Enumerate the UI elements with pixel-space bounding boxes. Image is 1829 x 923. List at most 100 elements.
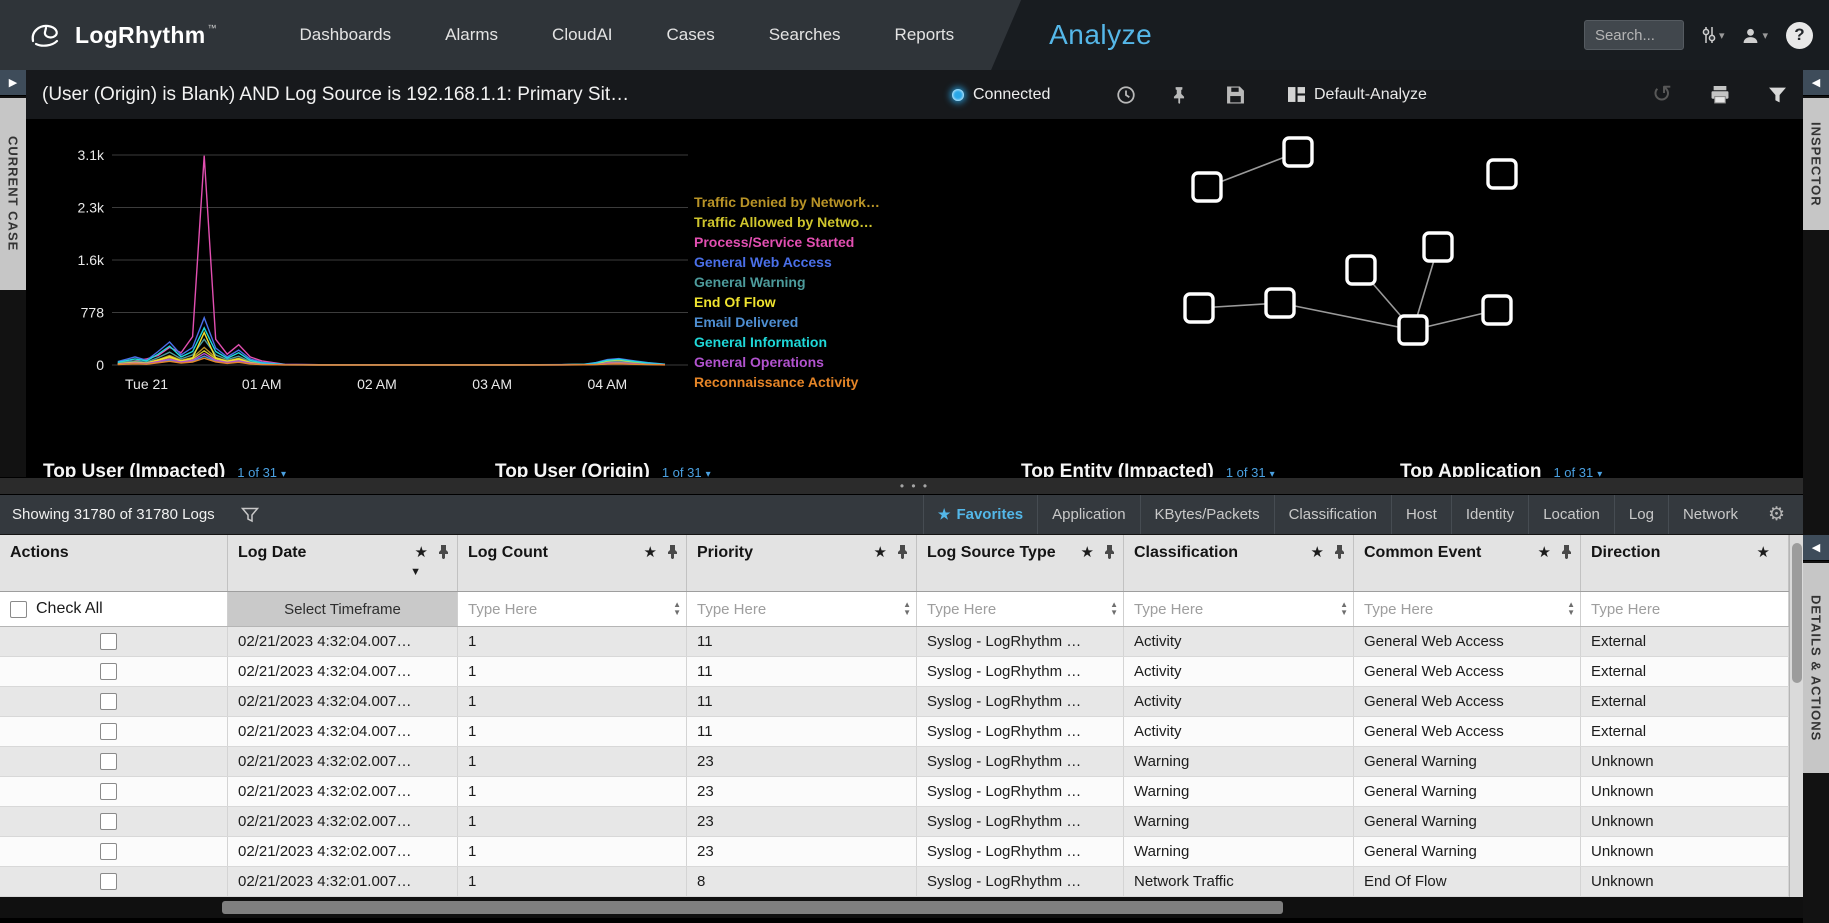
pin-search-button[interactable]	[1170, 86, 1188, 104]
table-row[interactable]: 02/21/2023 4:32:04.007… 1 11 Syslog - Lo…	[0, 627, 1803, 657]
undo-button[interactable]: ↺	[1652, 85, 1672, 105]
save-search-button[interactable]	[1226, 85, 1245, 104]
grid-settings-gear-icon[interactable]: ⚙	[1768, 503, 1785, 526]
time-range-button[interactable]	[1116, 85, 1136, 105]
pin-column-icon[interactable]	[1334, 544, 1345, 559]
filter-button[interactable]	[1768, 86, 1787, 103]
row-checkbox[interactable]	[100, 843, 117, 860]
legend-item[interactable]: General Operations	[694, 354, 824, 370]
horizontal-scrollbar[interactable]	[0, 897, 1829, 918]
favorite-star-icon[interactable]: ★	[415, 543, 428, 561]
panel-splitter[interactable]: • • •	[0, 477, 1829, 495]
sort-desc-indicator[interactable]: ▼	[410, 566, 421, 578]
favorite-star-icon[interactable]: ★	[1311, 543, 1324, 561]
legend-item[interactable]: Traffic Denied by Network…	[694, 194, 880, 210]
table-row[interactable]: 02/21/2023 4:32:02.007… 1 23 Syslog - Lo…	[0, 777, 1803, 807]
table-row[interactable]: 02/21/2023 4:32:04.007… 1 11 Syslog - Lo…	[0, 717, 1803, 747]
column-sort-spinner[interactable]: ▲▼	[673, 601, 681, 617]
table-row[interactable]: 02/21/2023 4:32:02.007… 1 23 Syslog - Lo…	[0, 837, 1803, 867]
tab-identity[interactable]: Identity	[1451, 495, 1528, 534]
row-checkbox[interactable]	[100, 753, 117, 770]
column-sort-spinner[interactable]: ▲▼	[1340, 601, 1348, 617]
column-header-common-event[interactable]: Common Event ★	[1354, 535, 1581, 591]
tab-host[interactable]: Host	[1391, 495, 1451, 534]
column-sort-spinner[interactable]: ▲▼	[1110, 601, 1118, 617]
tab-location[interactable]: Location	[1528, 495, 1614, 534]
widget-pager[interactable]: 1 of 31	[237, 465, 277, 477]
tab-application[interactable]: Application	[1037, 495, 1139, 534]
legend-item[interactable]: Reconnaissance Activity	[694, 374, 858, 390]
nav-searches[interactable]: Searches	[742, 0, 868, 70]
row-checkbox[interactable]	[100, 783, 117, 800]
tab-kbytes-packets[interactable]: KBytes/Packets	[1140, 495, 1274, 534]
legend-item[interactable]: Email Delivered	[694, 314, 798, 330]
inspector-expand-button[interactable]: ◀	[1803, 70, 1829, 96]
current-case-expand-button[interactable]: ▶	[0, 70, 26, 96]
print-button[interactable]	[1710, 86, 1730, 104]
help-icon[interactable]: ?	[1786, 22, 1813, 49]
favorite-star-icon[interactable]: ★	[1538, 543, 1551, 561]
legend-item[interactable]: Traffic Allowed by Netwo…	[694, 214, 873, 230]
favorite-star-icon[interactable]: ★	[644, 543, 657, 561]
logrhythm-brand[interactable]: LogRhythm ™	[26, 17, 216, 53]
layout-selector[interactable]: Default-Analyze	[1288, 86, 1427, 104]
favorite-star-icon[interactable]: ★	[1757, 543, 1770, 561]
nav-reports[interactable]: Reports	[868, 0, 982, 70]
column-sort-spinner[interactable]: ▲▼	[903, 601, 911, 617]
table-row[interactable]: 02/21/2023 4:32:04.007… 1 11 Syslog - Lo…	[0, 687, 1803, 717]
tab-favorites[interactable]: ★ Favorites	[923, 495, 1037, 534]
column-header-log-source-type[interactable]: Log Source Type ★	[917, 535, 1124, 591]
pin-column-icon[interactable]	[1104, 544, 1115, 559]
row-checkbox[interactable]	[100, 633, 117, 650]
horizontal-scroll-thumb[interactable]	[222, 901, 1283, 914]
column-sort-spinner[interactable]: ▲▼	[1567, 601, 1575, 617]
current-case-tab[interactable]: CURRENT CASE	[0, 98, 26, 290]
favorite-star-icon[interactable]: ★	[874, 543, 887, 561]
column-header-actions[interactable]: Actions	[0, 535, 228, 591]
legend-item[interactable]: General Web Access	[694, 254, 832, 270]
widget-pager[interactable]: 1 of 31	[1226, 465, 1266, 477]
column-header-classification[interactable]: Classification ★	[1124, 535, 1354, 591]
tab-classification[interactable]: Classification	[1274, 495, 1391, 534]
legend-item[interactable]: General Warning	[694, 274, 806, 290]
pin-column-icon[interactable]	[897, 544, 908, 559]
row-checkbox[interactable]	[100, 663, 117, 680]
details-actions-tab[interactable]: DETAILS & ACTIONS	[1803, 563, 1829, 773]
row-checkbox[interactable]	[100, 873, 117, 890]
nav-alarms[interactable]: Alarms	[418, 0, 525, 70]
vertical-scroll-thumb[interactable]	[1792, 543, 1802, 683]
pin-column-icon[interactable]	[438, 544, 449, 559]
column-header-log-date[interactable]: Log Date ★ ▼	[228, 535, 458, 591]
nav-cloudai[interactable]: CloudAI	[525, 0, 639, 70]
nav-dashboards[interactable]: Dashboards	[272, 0, 418, 70]
favorite-star-icon[interactable]: ★	[1081, 543, 1094, 561]
column-header-priority[interactable]: Priority ★	[687, 535, 917, 591]
nav-analyze-active[interactable]: Analyze	[1049, 19, 1152, 51]
priority-filter-input[interactable]	[697, 601, 901, 618]
table-row[interactable]: 02/21/2023 4:32:02.007… 1 23 Syslog - Lo…	[0, 747, 1803, 777]
check-all-checkbox[interactable]	[10, 601, 27, 618]
nav-cases[interactable]: Cases	[640, 0, 742, 70]
common-event-filter-input[interactable]	[1364, 601, 1565, 618]
table-row[interactable]: 02/21/2023 4:32:01.007… 1 8 Syslog - Log…	[0, 867, 1803, 897]
widget-pager[interactable]: 1 of 31	[1553, 465, 1593, 477]
legend-item[interactable]: End Of Flow	[694, 294, 776, 310]
search-input[interactable]	[1584, 20, 1684, 50]
table-vertical-scrollbar[interactable]	[1789, 535, 1803, 897]
node-link-graph[interactable]	[1130, 130, 1800, 475]
table-row[interactable]: 02/21/2023 4:32:02.007… 1 23 Syslog - Lo…	[0, 807, 1803, 837]
tab-network[interactable]: Network	[1668, 495, 1752, 534]
row-checkbox[interactable]	[100, 723, 117, 740]
direction-filter-input[interactable]	[1591, 601, 1788, 618]
classification-filter-input[interactable]	[1134, 601, 1338, 618]
legend-item[interactable]: Process/Service Started	[694, 234, 854, 250]
log-count-filter-input[interactable]	[468, 601, 671, 618]
pin-column-icon[interactable]	[667, 544, 678, 559]
tab-log[interactable]: Log	[1614, 495, 1668, 534]
log-source-type-filter-input[interactable]	[927, 601, 1108, 618]
timeframe-filter-button[interactable]: Select Timeframe	[228, 592, 457, 626]
widget-pager[interactable]: 1 of 31	[662, 465, 702, 477]
legend-item[interactable]: General Information	[694, 334, 827, 350]
user-menu-button[interactable]: ▾	[1742, 27, 1768, 44]
pin-column-icon[interactable]	[1561, 544, 1572, 559]
